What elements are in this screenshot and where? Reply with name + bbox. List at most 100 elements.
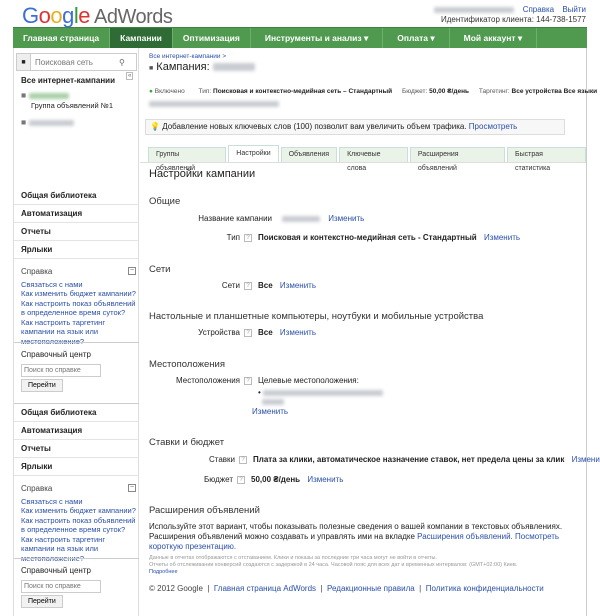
- view-link[interactable]: Просмотреть: [469, 122, 518, 131]
- extensions-description: Используйте этот вариант, чтобы показыва…: [149, 522, 563, 551]
- sidebar: ■ ⚲ Все интернет-кампании « ■ Группа объ…: [13, 48, 139, 616]
- main-content: Все интернет-кампании > ■ Кампания: ● Вк…: [140, 48, 600, 616]
- settings-title: Настройки кампании: [149, 168, 256, 180]
- help-title: Справка: [21, 484, 53, 493]
- help-panel: Справка − Связаться с нами Как изменить б…: [21, 484, 136, 563]
- folder-icon: ■: [149, 65, 154, 72]
- status-text: Включено: [154, 88, 185, 95]
- sidebar-item-reports[interactable]: Отчеты: [14, 223, 139, 241]
- campaign-item[interactable]: ■: [21, 90, 69, 100]
- footer: © 2012 Google | Главная страница AdWords…: [149, 584, 544, 593]
- footnote: Данные в отчетах отображаются с отставан…: [149, 555, 579, 576]
- sidebar-menu: Общая библиотека Автоматизация Отчеты Яр…: [14, 403, 139, 476]
- google-adwords-logo[interactable]: Google AdWords: [22, 3, 173, 29]
- help-icon[interactable]: ?: [244, 281, 252, 290]
- sidebar-item-labels[interactable]: Ярлыки: [14, 241, 139, 259]
- copyright: © 2012 Google: [149, 584, 203, 593]
- help-icon[interactable]: ?: [244, 328, 252, 337]
- account-info: Справка Выйти Идентификатор клиента: 144…: [434, 5, 586, 25]
- help-link[interactable]: Как изменить бюджет кампании?: [21, 289, 136, 299]
- ad-extensions-link[interactable]: Расширения объявлений.: [417, 532, 513, 541]
- help-search-input[interactable]: [21, 580, 101, 593]
- tab-settings[interactable]: Настройки: [228, 145, 279, 162]
- ad-group-item[interactable]: Группа объявлений №1: [31, 101, 113, 110]
- help-link[interactable]: Как настроить показ объявлений в определ…: [21, 516, 136, 535]
- help-link[interactable]: Как изменить бюджет кампании?: [21, 506, 136, 516]
- tab-ads[interactable]: Объявления: [280, 147, 338, 162]
- help-icon[interactable]: ?: [239, 455, 247, 464]
- change-link[interactable]: Изменить: [572, 455, 600, 464]
- change-link[interactable]: Изменить: [252, 407, 288, 416]
- tabs: Группы объявлений Настройки Объявления К…: [148, 145, 586, 172]
- more-link[interactable]: Подробнее: [149, 569, 579, 576]
- sidebar-item-shared-library[interactable]: Общая библиотека: [14, 404, 139, 422]
- nav-optimization[interactable]: Оптимизация: [173, 28, 251, 48]
- notice-bar: 💡 Добавление новых ключевых слов (100) п…: [145, 119, 565, 135]
- go-button[interactable]: Перейти: [21, 379, 63, 392]
- change-link[interactable]: Изменить: [280, 328, 316, 337]
- help-link[interactable]: Справка: [523, 5, 554, 14]
- help-panel: Справка − Связаться с нами Как изменить б…: [21, 267, 136, 346]
- status-dot-icon: ●: [149, 88, 153, 95]
- lightbulb-icon: 💡: [150, 122, 160, 131]
- help-link[interactable]: Связаться с нами: [21, 497, 136, 507]
- nav-billing[interactable]: Оплата ▾: [383, 28, 450, 48]
- help-center-title: Справочный центр: [21, 566, 91, 575]
- collapse-icon[interactable]: −: [128, 267, 136, 275]
- change-link[interactable]: Изменить: [328, 214, 364, 223]
- help-link[interactable]: Как настроить показ объявлений в определ…: [21, 299, 136, 318]
- nav-account[interactable]: Мой аккаунт ▾: [450, 28, 538, 48]
- page-title: ■ Кампания:: [149, 61, 255, 73]
- campaign-search-input[interactable]: [31, 57, 119, 67]
- help-icon[interactable]: ?: [244, 233, 252, 242]
- footer-link-home[interactable]: Главная страница AdWords: [214, 584, 316, 593]
- folder-icon: ■: [21, 90, 27, 100]
- footer-link-editorial[interactable]: Редакционные правила: [327, 584, 415, 593]
- help-link[interactable]: Связаться с нами: [21, 280, 136, 290]
- nav-tools[interactable]: Инструменты и анализ ▾: [251, 28, 384, 48]
- sidebar-item-automation[interactable]: Автоматизация: [14, 422, 139, 440]
- location-list: •: [258, 388, 384, 406]
- help-icon[interactable]: ?: [244, 376, 252, 385]
- logout-link[interactable]: Выйти: [562, 5, 586, 14]
- breadcrumb[interactable]: Все интернет-кампании >: [149, 53, 226, 60]
- location-summary: [149, 99, 279, 108]
- help-icon[interactable]: ?: [237, 475, 245, 484]
- all-campaigns[interactable]: Все интернет-кампании: [21, 76, 115, 85]
- sidebar-item-shared-library[interactable]: Общая библиотека: [14, 187, 139, 205]
- tab-ad-groups[interactable]: Группы объявлений: [148, 147, 227, 172]
- go-button[interactable]: Перейти: [21, 595, 63, 608]
- help-center-title: Справочный центр: [21, 350, 91, 359]
- footer-link-privacy[interactable]: Политика конфиденциальности: [426, 584, 544, 593]
- section-locations: Местоположения: [149, 359, 225, 370]
- section-general: Общие: [149, 196, 181, 207]
- section-bids-budget: Ставки и бюджет: [149, 437, 225, 448]
- section-networks: Сети: [149, 264, 171, 275]
- help-center: Справочный центр Перейти: [14, 558, 139, 615]
- nav-campaigns[interactable]: Кампании: [110, 28, 173, 48]
- campaign-search: ■ ⚲: [16, 53, 137, 71]
- collapse-sidebar-icon[interactable]: «: [126, 72, 134, 80]
- sidebar-item-automation[interactable]: Автоматизация: [14, 205, 139, 223]
- main-nav: Главная страница Кампании Оптимизация Ин…: [13, 27, 587, 48]
- help-search-input[interactable]: [21, 364, 101, 377]
- sidebar-item-reports[interactable]: Отчеты: [14, 440, 139, 458]
- client-id: Идентификатор клиента: 144-738-1577: [441, 15, 586, 24]
- tab-quick-stats[interactable]: Быстрая статистика: [506, 147, 586, 172]
- section-devices: Настольные и планшетные компьютеры, ноут…: [149, 311, 484, 322]
- campaign-item[interactable]: ■: [21, 117, 74, 127]
- help-center: Справочный центр Перейти: [14, 342, 139, 399]
- folder-icon: ■: [21, 117, 27, 127]
- folder-icon[interactable]: ■: [17, 54, 31, 70]
- change-link[interactable]: Изменить: [280, 281, 316, 290]
- nav-home[interactable]: Главная страница: [13, 28, 111, 48]
- sidebar-item-labels[interactable]: Ярлыки: [14, 458, 139, 476]
- tab-keywords[interactable]: Ключевые слова: [339, 147, 408, 172]
- type-value: Поисковая и контекстно-медийная сеть – С…: [213, 88, 393, 95]
- search-icon[interactable]: ⚲: [119, 58, 125, 67]
- campaign-summary: ● Включено Тип: Поисковая и контекстно-м…: [149, 88, 598, 95]
- change-link[interactable]: Изменить: [484, 233, 520, 242]
- change-link[interactable]: Изменить: [307, 475, 343, 484]
- tab-ad-extensions[interactable]: Расширения объявлений: [409, 147, 505, 172]
- collapse-icon[interactable]: −: [128, 484, 136, 492]
